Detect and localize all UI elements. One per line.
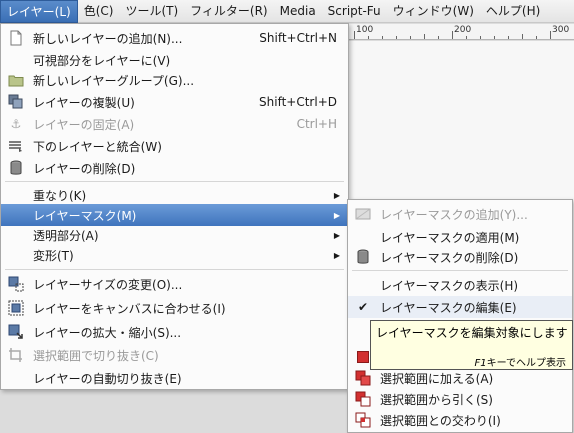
submenu-arrow-icon: ▶ (333, 190, 340, 200)
edit-layer-mask-label: レイヤーマスクの編集(E) (380, 300, 517, 315)
layer-mask-label: レイヤーマスク(M) (33, 208, 137, 223)
add-mask-icon (355, 206, 371, 222)
menu-item-add-to-selection[interactable]: 選択範囲に加える(A) (348, 367, 572, 389)
check-icon: ✔ (357, 300, 369, 314)
anchor-icon: ⚓ (10, 117, 22, 131)
delete-layer-label: レイヤーの削除(D) (33, 161, 136, 176)
trash-icon (8, 160, 24, 176)
new-layer-icon (8, 30, 24, 46)
selection-subtract-icon (355, 391, 371, 407)
ruler-label-200: 200 (454, 25, 472, 35)
menu-windows[interactable]: ウィンドウ(W) (387, 0, 480, 23)
anchor-layer-label: レイヤーの固定(A) (33, 117, 135, 132)
menu-help[interactable]: ヘルプ(H) (480, 0, 546, 23)
menu-item-add-layer-mask[interactable]: レイヤーマスクの追加(Y)... (348, 203, 572, 225)
anchor-layer-shortcut: Ctrl+H (296, 117, 337, 131)
menu-item-layer-to-image-size[interactable]: レイヤーをキャンバスに合わせる(I) (1, 297, 348, 319)
scale-icon (8, 324, 24, 340)
scale-layer-label: レイヤーの拡大・縮小(S)... (33, 325, 182, 340)
tooltip-help-text: キーでヘルプ表示 (486, 358, 566, 369)
menu-item-layer-mask[interactable]: レイヤーマスク(M) ▶ (1, 204, 348, 226)
crop-icon (8, 347, 24, 363)
apply-layer-mask-label: レイヤーマスクの適用(M) (380, 230, 520, 245)
trash-icon (355, 249, 371, 265)
autocrop-layer-label: レイヤーの自動切り抜き(E) (33, 371, 182, 386)
separator (352, 270, 568, 271)
menu-item-edit-layer-mask[interactable]: ✔ レイヤーマスクの編集(E) (348, 296, 572, 318)
layer-to-image-size-label: レイヤーをキャンバスに合わせる(I) (33, 301, 226, 316)
visible-to-layer-label: 可視部分をレイヤーに(V) (33, 53, 171, 68)
add-to-selection-label: 選択範囲に加える(A) (380, 371, 494, 386)
menu-media[interactable]: Media (274, 0, 322, 23)
tooltip: レイヤーマスクを編集対象にします F1キーでヘルプ表示 (370, 320, 573, 370)
new-layer-shortcut: Shift+Ctrl+N (259, 31, 337, 45)
tooltip-help-hint: F1キーでヘルプ表示 (474, 354, 566, 369)
menu-item-new-layer-group[interactable]: 新しいレイヤーグループ(G)... (1, 69, 348, 91)
new-layer-label: 新しいレイヤーの追加(N)... (33, 31, 183, 46)
submenu-arrow-icon: ▶ (333, 230, 340, 240)
separator (5, 269, 344, 270)
menu-filters[interactable]: フィルター(R) (184, 0, 273, 23)
menu-item-stack[interactable]: 重なり(K) ▶ (1, 184, 348, 206)
menu-item-crop-to-selection[interactable]: 選択範囲で切り抜き(C) (1, 344, 348, 366)
subtract-from-selection-label: 選択範囲から引く(S) (380, 392, 493, 407)
submenu-arrow-icon: ▶ (333, 210, 340, 220)
submenu-arrow-icon: ▶ (333, 250, 340, 260)
menu-item-merge-down[interactable]: 下のレイヤーと統合(W) (1, 135, 348, 157)
merge-down-icon (8, 138, 24, 154)
menu-item-transparency[interactable]: 透明部分(A) ▶ (1, 224, 348, 246)
menu-item-show-layer-mask[interactable]: レイヤーマスクの表示(H) (348, 274, 572, 296)
selection-intersect-icon (355, 412, 371, 428)
horizontal-ruler[interactable]: 100 200 300 (348, 24, 574, 40)
intersect-with-selection-label: 選択範囲との交わり(I) (380, 413, 501, 428)
show-layer-mask-label: レイヤーマスクの表示(H) (380, 278, 519, 293)
menu-item-visible-to-layer[interactable]: 可視部分をレイヤーに(V) (1, 49, 348, 71)
menu-item-intersect-with-selection[interactable]: 選択範囲との交わり(I) (348, 409, 572, 431)
fit-canvas-icon (8, 300, 24, 316)
menu-item-subtract-from-selection[interactable]: 選択範囲から引く(S) (348, 388, 572, 410)
layer-mask-submenu: レイヤーマスクの追加(Y)... レイヤーマスクの適用(M) レイヤーマスクの削… (347, 199, 573, 433)
menu-item-new-layer[interactable]: 新しいレイヤーの追加(N)... Shift+Ctrl+N (1, 27, 348, 49)
tooltip-help-key: F1 (474, 358, 487, 369)
menu-item-autocrop-layer[interactable]: レイヤーの自動切り抜き(E) (1, 367, 348, 389)
tooltip-text: レイヤーマスクを編集対象にします (376, 326, 568, 340)
layer-size-label: レイヤーサイズの変更(O)... (33, 277, 183, 292)
menu-tools[interactable]: ツール(T) (119, 0, 184, 23)
menu-item-delete-layer[interactable]: レイヤーの削除(D) (1, 157, 348, 179)
transform-label: 変形(T) (33, 248, 74, 263)
menu-item-apply-layer-mask[interactable]: レイヤーマスクの適用(M) (348, 226, 572, 248)
menu-color[interactable]: 色(C) (78, 0, 120, 23)
ruler-label-300: 300 (552, 25, 570, 35)
separator (5, 181, 344, 182)
transparency-label: 透明部分(A) (33, 228, 99, 243)
add-layer-mask-label: レイヤーマスクの追加(Y)... (380, 207, 528, 222)
resize-icon (8, 276, 24, 292)
duplicate-icon (8, 94, 24, 110)
duplicate-layer-shortcut: Shift+Ctrl+D (259, 95, 337, 109)
new-layer-group-label: 新しいレイヤーグループ(G)... (33, 73, 195, 88)
menu-item-transform[interactable]: 変形(T) ▶ (1, 244, 348, 266)
stack-label: 重なり(K) (33, 188, 87, 203)
delete-layer-mask-label: レイヤーマスクの削除(D) (380, 250, 519, 265)
ruler-label-100: 100 (356, 25, 374, 35)
menu-bar: レイヤー(L) 色(C) ツール(T) フィルター(R) Media Scrip… (0, 0, 574, 23)
crop-to-selection-label: 選択範囲で切り抜き(C) (33, 348, 159, 363)
layer-menu: 新しいレイヤーの追加(N)... Shift+Ctrl+N 可視部分をレイヤーに… (0, 23, 349, 390)
menu-item-anchor-layer[interactable]: ⚓ レイヤーの固定(A) Ctrl+H (1, 113, 348, 135)
mask-to-selection-icon (355, 349, 371, 365)
menu-item-delete-layer-mask[interactable]: レイヤーマスクの削除(D) (348, 246, 572, 268)
menu-item-layer-size[interactable]: レイヤーサイズの変更(O)... (1, 273, 348, 295)
merge-down-label: 下のレイヤーと統合(W) (33, 139, 162, 154)
menu-item-scale-layer[interactable]: レイヤーの拡大・縮小(S)... (1, 321, 348, 343)
menu-layer[interactable]: レイヤー(L) (0, 0, 78, 23)
menu-item-duplicate-layer[interactable]: レイヤーの複製(U) Shift+Ctrl+D (1, 91, 348, 113)
selection-add-icon (355, 370, 371, 386)
folder-icon (8, 72, 24, 88)
menu-script-fu[interactable]: Script-Fu (322, 0, 387, 23)
duplicate-layer-label: レイヤーの複製(U) (33, 95, 135, 110)
